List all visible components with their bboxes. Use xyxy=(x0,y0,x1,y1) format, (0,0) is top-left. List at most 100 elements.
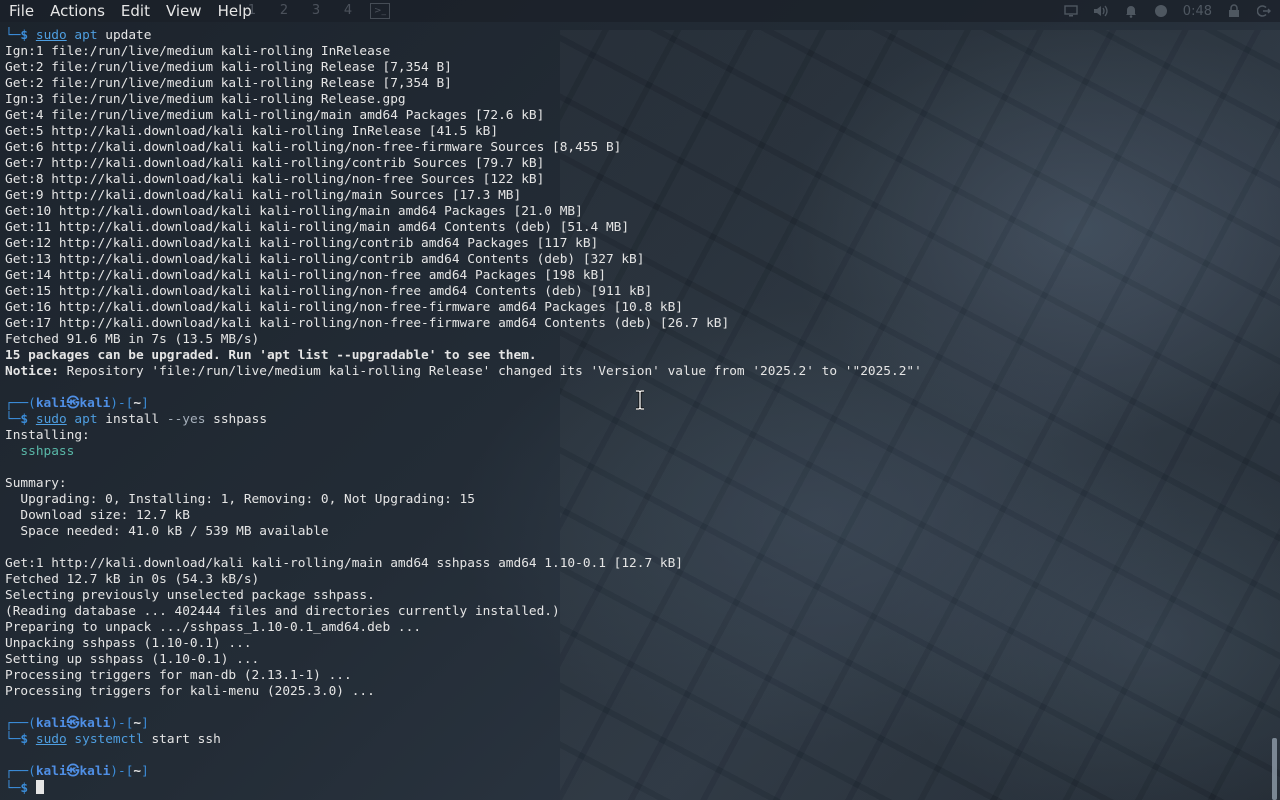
command-line: └─$ sudo apt install --yes sshpass xyxy=(0,412,1268,428)
output-line: Download size: 12.7 kB xyxy=(5,508,190,523)
command-args: sshpass xyxy=(205,412,268,427)
command-sudo: sudo xyxy=(35,28,67,43)
display-icon[interactable] xyxy=(1063,3,1079,19)
prompt-symbol: $ xyxy=(20,732,29,747)
prompt-directory: ~ xyxy=(133,764,142,779)
prompt-directory: ~ xyxy=(133,396,142,411)
workspace-3[interactable]: 3 xyxy=(300,0,332,22)
output-line: Get:14 http://kali.download/kali kali-ro… xyxy=(5,268,606,283)
prompt-header-line: ┌──(kali㉿kali)-[~] xyxy=(0,764,1268,780)
prompt-header-line: ┌──(kali㉿kali)-[~] xyxy=(0,716,1268,732)
command-binary: systemctl xyxy=(74,732,144,747)
menu-actions[interactable]: Actions xyxy=(42,0,113,22)
output-line: Unpacking sshpass (1.10-0.1) ... xyxy=(5,636,252,651)
output-line: Fetched 91.6 MB in 7s (13.5 MB/s) xyxy=(5,332,260,347)
command-line: └─$ sudo apt update xyxy=(0,28,1268,44)
prompt-at-symbol: ㉿ xyxy=(66,764,80,779)
output-line: Get:5 http://kali.download/kali kali-rol… xyxy=(5,124,499,139)
workspace-2[interactable]: 2 xyxy=(268,0,300,22)
menu-edit[interactable]: Edit xyxy=(113,0,158,22)
prompt-symbol: $ xyxy=(20,412,29,427)
workspace-switcher: 1 2 3 4 >_ xyxy=(236,0,390,22)
output-line: Get:12 http://kali.download/kali kali-ro… xyxy=(5,236,599,251)
prompt-frame: ] xyxy=(141,396,149,411)
prompt-at-symbol: ㉿ xyxy=(66,716,80,731)
prompt-frame: └─ xyxy=(5,781,21,796)
prompt-user: kali xyxy=(35,764,67,779)
output-line: Processing triggers for kali-menu (2025.… xyxy=(5,684,375,699)
command-sudo: sudo xyxy=(35,732,67,747)
menu-file[interactable]: File xyxy=(0,0,42,22)
active-input-line: └─$ xyxy=(0,780,1268,796)
text-cursor-icon xyxy=(636,390,644,410)
notification-bell-icon[interactable] xyxy=(1123,3,1139,19)
terminal-scrollbar[interactable] xyxy=(1272,738,1277,800)
system-tray: 0:48 xyxy=(1063,0,1280,22)
command-args: install xyxy=(97,412,167,427)
menu-view[interactable]: View xyxy=(158,0,210,22)
prompt-symbol: $ xyxy=(20,781,29,796)
output-line: Get:2 file:/run/live/medium kali-rolling… xyxy=(5,60,452,75)
prompt-frame: )-[ xyxy=(110,396,134,411)
clock[interactable]: 0:48 xyxy=(1183,4,1212,19)
command-option: --yes xyxy=(166,412,206,427)
output-line: Get:1 http://kali.download/kali kali-rol… xyxy=(5,556,683,571)
package-name-line: sshpass xyxy=(5,444,75,459)
prompt-frame: ] xyxy=(141,764,149,779)
prompt-directory: ~ xyxy=(133,716,142,731)
upgrade-notice-line: 15 packages can be upgraded. Run 'apt li… xyxy=(5,348,537,363)
lock-icon[interactable] xyxy=(1226,3,1242,19)
notice-label: Notice: xyxy=(5,364,59,379)
terminal-output[interactable]: └─$ sudo apt update Ign:1 file:/run/live/… xyxy=(0,28,1268,800)
output-line: Get:13 http://kali.download/kali kali-ro… xyxy=(5,252,645,267)
volume-icon[interactable] xyxy=(1093,3,1109,19)
prompt-user: kali xyxy=(35,396,67,411)
power-status-icon[interactable] xyxy=(1153,3,1169,19)
output-line: Fetched 12.7 kB in 0s (54.3 kB/s) xyxy=(5,572,260,587)
repository-notice-line: Notice: Repository 'file:/run/live/mediu… xyxy=(0,364,1268,380)
command-line: └─$ sudo systemctl start ssh xyxy=(0,732,1268,748)
output-line: Ign:1 file:/run/live/medium kali-rolling… xyxy=(5,44,391,59)
output-line: Get:2 file:/run/live/medium kali-rolling… xyxy=(5,76,452,91)
output-line: Get:6 http://kali.download/kali kali-rol… xyxy=(5,140,622,155)
prompt-frame: ┌──( xyxy=(5,396,36,411)
output-line: Processing triggers for man-db (2.13.1-1… xyxy=(5,668,352,683)
output-line: Selecting previously unselected package … xyxy=(5,588,375,603)
command-binary: apt xyxy=(74,28,98,43)
output-line: Preparing to unpack .../sshpass_1.10-0.1… xyxy=(5,620,422,635)
notice-text: Repository 'file:/run/live/medium kali-r… xyxy=(58,364,922,379)
prompt-frame: ┌──( xyxy=(5,764,36,779)
terminal-taskbar-icon[interactable]: >_ xyxy=(370,3,390,19)
output-line: Setting up sshpass (1.10-0.1) ... xyxy=(5,652,260,667)
output-line: Upgrading: 0, Installing: 1, Removing: 0… xyxy=(5,492,475,507)
output-line: Space needed: 41.0 kB / 539 MB available xyxy=(5,524,329,539)
output-line: Get:11 http://kali.download/kali kali-ro… xyxy=(5,220,630,235)
prompt-host: kali xyxy=(79,716,111,731)
workspace-4[interactable]: 4 xyxy=(332,0,364,22)
output-line: Get:15 http://kali.download/kali kali-ro… xyxy=(5,284,653,299)
prompt-frame: ] xyxy=(141,716,149,731)
output-line: Get:17 http://kali.download/kali kali-ro… xyxy=(5,316,730,331)
prompt-host: kali xyxy=(79,764,111,779)
prompt-frame: )-[ xyxy=(110,764,134,779)
output-line: Get:8 http://kali.download/kali kali-rol… xyxy=(5,172,545,187)
prompt-user: kali xyxy=(35,716,67,731)
workspace-1[interactable]: 1 xyxy=(236,0,268,22)
prompt-frame: └─ xyxy=(5,28,21,43)
command-sudo: sudo xyxy=(35,412,67,427)
output-line: Installing: xyxy=(5,428,90,443)
terminal-cursor[interactable] xyxy=(35,780,44,794)
prompt-host: kali xyxy=(79,396,111,411)
prompt-symbol: $ xyxy=(20,28,29,43)
output-line: Get:9 http://kali.download/kali kali-rol… xyxy=(5,188,522,203)
output-line: Get:4 file:/run/live/medium kali-rolling… xyxy=(5,108,545,123)
command-args: update xyxy=(97,28,152,43)
output-line: Ign:3 file:/run/live/medium kali-rolling… xyxy=(5,92,406,107)
logout-icon[interactable] xyxy=(1256,3,1272,19)
prompt-frame: └─ xyxy=(5,732,21,747)
output-line: Summary: xyxy=(5,476,67,491)
prompt-frame: )-[ xyxy=(110,716,134,731)
